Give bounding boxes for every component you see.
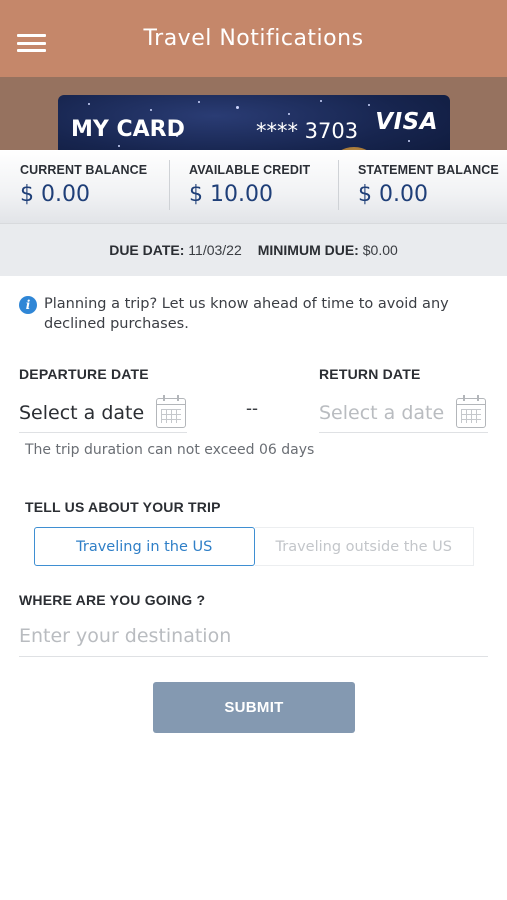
travel-notifications-screen: Travel Notifications MY CARD **** 3703 V… <box>0 0 507 900</box>
destination-label: WHERE ARE YOU GOING ? <box>19 592 206 608</box>
trip-duration-hint: The trip duration can not exceed 06 days <box>25 442 315 458</box>
return-date-label: RETURN DATE <box>319 366 421 382</box>
current-balance-label: CURRENT BALANCE <box>20 163 148 177</box>
traveling-in-us-option[interactable]: Traveling in the US <box>34 527 255 566</box>
submit-button[interactable]: SUBMIT <box>153 682 355 733</box>
available-credit-label: AVAILABLE CREDIT <box>189 163 311 177</box>
due-date-label: DUE DATE: <box>109 242 185 258</box>
current-balance: CURRENT BALANCE $ 0.00 <box>0 150 169 223</box>
info-text: Planning a trip? Let us know ahead of ti… <box>44 296 449 332</box>
destination-input[interactable]: Enter your destination <box>19 615 488 657</box>
balance-summary: CURRENT BALANCE $ 0.00 AVAILABLE CREDIT … <box>0 150 507 224</box>
info-message: i Planning a trip? Let us know ahead of … <box>19 294 489 334</box>
date-separator: -- <box>246 398 258 418</box>
departure-date-placeholder: Select a date <box>19 401 145 424</box>
calendar-icon[interactable] <box>456 394 487 428</box>
due-info: DUE DATE: 11/03/22 MINIMUM DUE: $0.00 <box>0 224 507 276</box>
minimum-due-label: MINIMUM DUE: <box>257 242 359 258</box>
minimum-due-value: $0.00 <box>362 242 398 258</box>
due-date-value: 11/03/22 <box>188 242 242 258</box>
trip-type-label: TELL US ABOUT YOUR TRIP <box>25 499 221 515</box>
page-title: Travel Notifications <box>143 26 364 51</box>
return-date-placeholder: Select a date <box>319 401 445 424</box>
trip-type-toggle: Traveling in the US Traveling outside th… <box>34 527 474 566</box>
statement-balance-value: $ 0.00 <box>358 182 428 207</box>
info-icon: i <box>19 296 37 314</box>
available-credit: AVAILABLE CREDIT $ 10.00 <box>169 150 338 223</box>
card-name: MY CARD <box>71 117 185 142</box>
statement-balance: STATEMENT BALANCE $ 0.00 <box>338 150 507 223</box>
visa-logo: VISA <box>375 109 438 135</box>
calendar-icon[interactable] <box>156 394 187 428</box>
card-banner: MY CARD **** 3703 VISA <box>0 77 507 150</box>
hamburger-menu-icon[interactable] <box>17 34 46 52</box>
departure-date-field[interactable]: Select a date <box>19 393 187 433</box>
card-number: **** 3703 <box>256 119 359 143</box>
app-header: Travel Notifications <box>0 0 507 77</box>
credit-card-image: MY CARD **** 3703 VISA <box>58 95 450 150</box>
statement-balance-label: STATEMENT BALANCE <box>358 163 499 177</box>
return-date-field[interactable]: Select a date <box>319 393 488 433</box>
traveling-outside-us-option[interactable]: Traveling outside the US <box>254 527 474 566</box>
available-credit-value: $ 10.00 <box>189 182 273 207</box>
current-balance-value: $ 0.00 <box>20 182 90 207</box>
departure-date-label: DEPARTURE DATE <box>19 366 149 382</box>
